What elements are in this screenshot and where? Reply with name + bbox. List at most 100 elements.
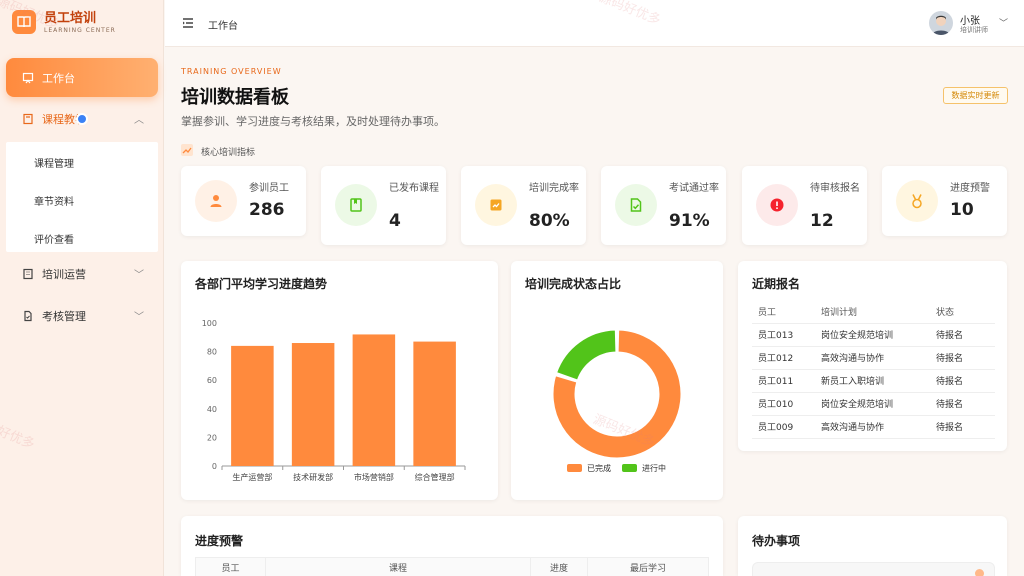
progress-warning-panel: 进度预警 员工 课程 进度 最后学习 [181, 516, 723, 576]
sidebar: 员工培训 LEARNING CENTER 工作台 课程教学 ︿ 课程管理 章节资… [0, 0, 164, 576]
stat-card-pending: 待审核报名 12 [742, 166, 867, 245]
stat-value: 10 [950, 200, 974, 220]
table-row[interactable]: 员工011 新员工入职培训 待报名 [752, 369, 995, 393]
trend-icon [181, 144, 193, 156]
y-tick-label: 60 [207, 376, 217, 385]
y-tick-label: 0 [212, 462, 217, 471]
sidebar-submenu: 课程管理 章节资料 评价查看 [6, 142, 158, 252]
y-tick-label: 80 [207, 348, 217, 357]
stat-value: 80% [529, 211, 570, 231]
breadcrumb: 工作台 [208, 21, 238, 32]
sidebar-item-exams[interactable]: 考核管理 ﹀ [6, 298, 158, 334]
user-role: 培训讲师 [960, 26, 988, 34]
cursor-dot-icon [76, 113, 88, 125]
stat-label: 考试通过率 [669, 183, 719, 194]
stat-label: 已发布课程 [389, 183, 439, 194]
sidebar-item-label: 考核管理 [42, 310, 86, 323]
table-row[interactable]: 员工010 岗位安全规范培训 待报名 [752, 392, 995, 416]
table-row[interactable]: 员工013 岗位安全规范培训 待报名 [752, 323, 995, 347]
donut-chart-panel: 培训完成状态占比 已完成 进行中 [511, 261, 723, 500]
table-cell: 待报名 [930, 323, 995, 347]
sidebar-subitem-chapters[interactable]: 章节资料 [34, 193, 74, 208]
table-cell: 高效沟通与协作 [815, 346, 930, 370]
x-tick-label: 综合管理部 [415, 472, 455, 482]
sidebar-item-dashboard[interactable]: 工作台 [6, 58, 158, 97]
table-cell: 待报名 [930, 369, 995, 393]
book-icon [335, 184, 377, 226]
menu-toggle-icon[interactable] [182, 17, 194, 31]
section-label: 核心培训指标 [201, 148, 256, 158]
sidebar-subitem-course-manage[interactable]: 课程管理 [34, 155, 74, 170]
medal-icon [896, 180, 938, 222]
presentation-icon [22, 72, 34, 83]
avatar[interactable] [929, 11, 953, 35]
table-cell: 员工013 [752, 323, 815, 347]
table-cell: 待报名 [930, 392, 995, 416]
chevron-down-icon[interactable]: ﹀ [999, 16, 1008, 29]
column-header: 进度 [531, 558, 588, 576]
table-row[interactable]: 员工012 高效沟通与协作 待报名 [752, 346, 995, 370]
bar [291, 343, 335, 466]
sidebar-item-label: 培训运营 [42, 268, 86, 281]
table-header-row: 员工 培训计划 状态 [752, 300, 995, 324]
x-tick-label: 市场营销部 [354, 472, 394, 482]
warning-table-header: 员工 课程 进度 最后学习 [195, 557, 709, 576]
stat-value: 91% [669, 211, 710, 231]
chevron-up-icon: ︿ [134, 115, 144, 126]
user-icon [195, 180, 237, 222]
page-subtitle: 掌握参训、学习进度与考核结果，及时处理待办事项。 [181, 115, 445, 128]
document-check-icon [24, 310, 32, 322]
document-check-icon [615, 184, 657, 226]
x-tick-label: 生产运营部 [232, 472, 272, 482]
stat-card-courses: 已发布课程 4 [321, 166, 446, 245]
panel-title: 待办事项 [752, 534, 801, 548]
table-cell: 待报名 [930, 415, 995, 439]
realtime-badge: 数据实时更新 [943, 87, 1008, 104]
todo-item[interactable] [752, 562, 995, 576]
column-header: 员工 [196, 558, 266, 576]
donut-slice [556, 329, 617, 381]
top-bar: 工作台 小张 培训讲师 ﹀ [165, 0, 1024, 47]
chevron-down-icon: ﹀ [134, 270, 144, 281]
overview-eyebrow: TRAINING OVERVIEW [181, 67, 282, 76]
stat-label: 进度预警 [950, 183, 990, 194]
table-cell: 高效沟通与协作 [815, 415, 930, 439]
stat-value: 286 [249, 200, 285, 220]
bar [231, 345, 274, 466]
sidebar-item-operations[interactable]: 培训运营 ﹀ [6, 256, 158, 292]
column-header: 最后学习 [629, 564, 666, 574]
table-cell: 员工011 [752, 369, 815, 393]
sidebar-item-courses[interactable]: 课程教学 ︿ [6, 101, 158, 137]
panel-title: 近期报名 [752, 277, 801, 291]
x-tick-label: 技术研发部 [293, 472, 333, 482]
recent-table: 员工 培训计划 状态 员工013 岗位安全规范培训 待报名 员工012 高效沟通与协作… [752, 300, 995, 439]
table-row[interactable]: 员工009 高效沟通与协作 待报名 [752, 415, 995, 439]
stat-card-completion: 培训完成率 80% [461, 166, 586, 245]
table-cell: 岗位安全规范培训 [815, 323, 930, 347]
status-dot-icon [975, 569, 984, 576]
stat-card-employees: 参训员工 286 [181, 166, 306, 236]
table-cell: 员工012 [752, 346, 815, 370]
panel-title: 进度预警 [195, 534, 244, 548]
stat-value: 12 [810, 211, 834, 231]
bar [352, 334, 396, 466]
table-cell: 岗位安全规范培训 [815, 392, 930, 416]
todo-panel: 待办事项 [738, 516, 1007, 576]
sidebar-subitem-reviews[interactable]: 评价查看 [34, 231, 74, 246]
bar-chart-panel: 各部门平均学习进度趋势 0 20 40 60 80 100 生产运营部 技术研发部 市场营销部综… [181, 261, 498, 500]
bar-chart: 0 20 40 60 80 100 生产运营部 技术研发部 市场营销部 综合管理部 [202, 319, 466, 482]
legend-swatch [622, 464, 637, 472]
column-header: 状态 [930, 300, 995, 324]
y-tick-label: 20 [207, 433, 217, 442]
book-icon [23, 113, 33, 125]
column-header: 培训计划 [815, 300, 930, 324]
table-cell: 待报名 [930, 346, 995, 370]
column-header: 员工 [752, 300, 815, 324]
chevron-down-icon: ﹀ [134, 312, 144, 323]
stat-label: 参训员工 [249, 183, 289, 194]
table-cell: 员工010 [752, 392, 815, 416]
chart-icon [475, 184, 517, 226]
legend-label: 进行中 [642, 463, 666, 473]
y-tick-label: 100 [202, 319, 217, 328]
stat-label: 培训完成率 [529, 183, 579, 194]
